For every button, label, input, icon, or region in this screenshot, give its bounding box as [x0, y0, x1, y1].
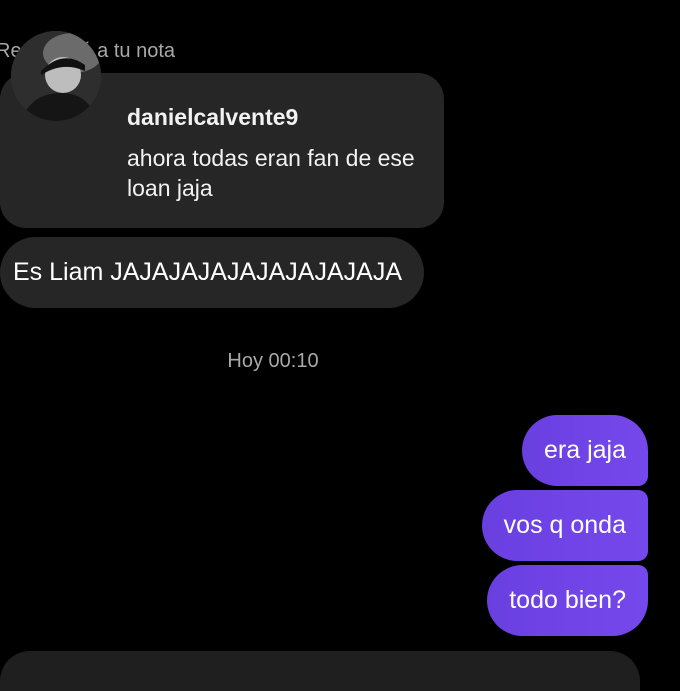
outgoing-message-bubble[interactable]: todo bien?	[487, 565, 648, 636]
message-timestamp: Hoy 00:10	[227, 350, 319, 372]
outgoing-message-bubble[interactable]: era jaja	[522, 415, 648, 486]
profile-avatar[interactable]	[11, 31, 101, 121]
note-username[interactable]: danielcalvente9	[127, 104, 298, 131]
incoming-message-bubble[interactable]: Es Liam JAJAJAJAJAJAJAJAJAJA	[0, 237, 425, 308]
outgoing-message-bubble[interactable]: vos q onda	[481, 490, 648, 561]
note-text: ahora todas eran fan de ese loan jaja	[127, 145, 415, 201]
message-composer[interactable]	[0, 651, 640, 691]
